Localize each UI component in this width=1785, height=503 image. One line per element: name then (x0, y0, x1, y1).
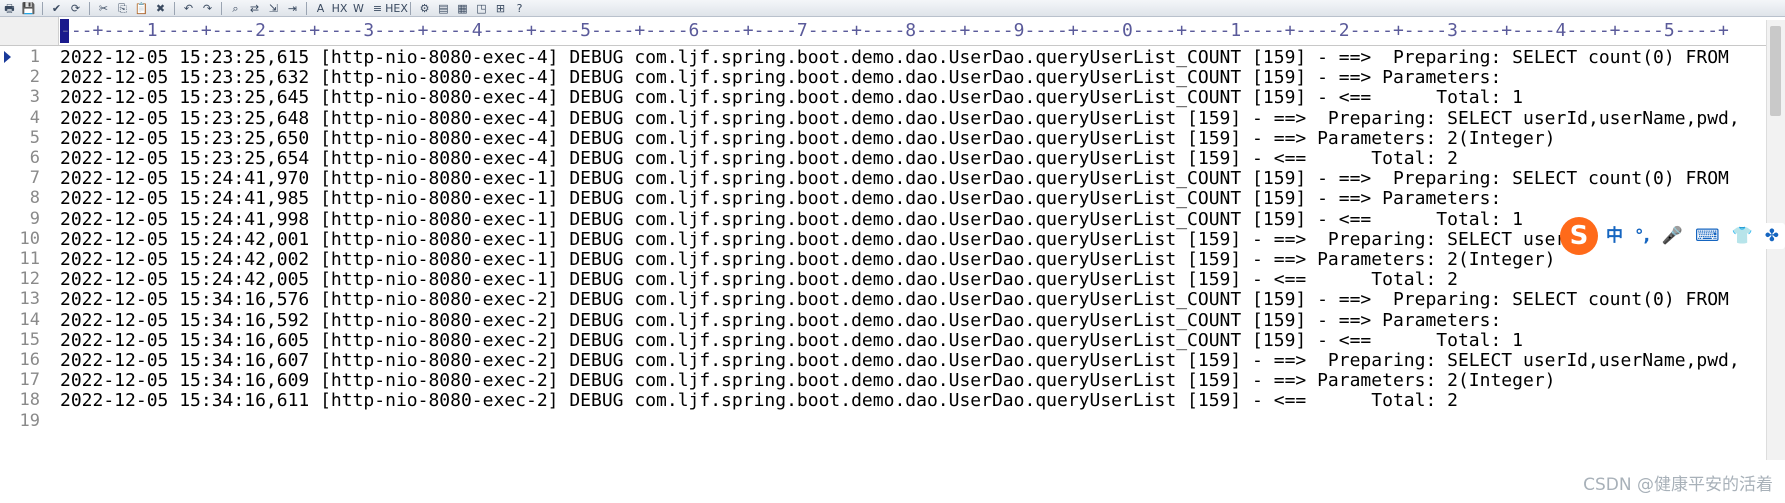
check-icon[interactable]: ✔ (48, 1, 65, 15)
help-icon[interactable]: ? (511, 1, 528, 15)
delete-icon[interactable]: ✖ (152, 1, 169, 15)
goto-icon[interactable]: ⇲ (265, 1, 282, 15)
toolbar-separator (306, 1, 307, 15)
cascade-icon[interactable]: ◳ (473, 1, 490, 15)
toolbar-separator (89, 1, 90, 15)
keyboard-icon[interactable]: ⌨ (1695, 227, 1720, 245)
punctuation-icon[interactable]: °, (1635, 227, 1650, 245)
current-line-marker-icon (4, 51, 11, 63)
toolbar-separator (221, 1, 222, 15)
chinese-mode-icon[interactable]: 中 (1606, 227, 1623, 245)
ime-status-strip: 中 °, 🎤 ⌨ 👕 ✤ (1600, 223, 1785, 249)
paste-icon[interactable]: 📋 (133, 1, 150, 15)
column-icon[interactable]: ≡ (369, 1, 386, 15)
toolbar: 🖶 💾 ✔ ⟳ ✂ ⎘ 📋 ✖ ↶ ↷ ⌕ ⇄ ⇲ ⇥ A HX W ≡ HEX ⚙ ▤ ▦ ◳ ⊞? (0, 0, 1785, 17)
ime-toolbar[interactable]: S 中 °, 🎤 ⌨ 👕 ✤ (1560, 216, 1785, 256)
line-number: 19 (19, 410, 40, 431)
word-wrap-icon[interactable]: W (350, 1, 367, 15)
cut-icon[interactable]: ✂ (95, 1, 112, 15)
toolbar-separator (410, 1, 411, 15)
settings-icon[interactable]: ⚙ (416, 1, 433, 15)
font-icon[interactable]: A (312, 1, 329, 15)
new-window-icon[interactable]: ⊞ (492, 1, 509, 15)
ruler-gutter (0, 17, 59, 45)
undo-icon[interactable]: ↶ (180, 1, 197, 15)
window-icon[interactable]: ▤ (435, 1, 452, 15)
csdn-watermark: CSDN @健康平安的活着 (1583, 475, 1773, 495)
print-icon[interactable]: 🖶 (1, 1, 18, 15)
skin-icon[interactable]: 👕 (1732, 227, 1753, 245)
redo-icon[interactable]: ↷ (199, 1, 216, 15)
hex-edit-icon[interactable]: HEX (385, 1, 408, 15)
toolbar-separator (42, 1, 43, 15)
editor-line[interactable]: 19 (0, 410, 1785, 433)
ruler-scale: ---+----1----+----2----+----3----+----4-… (60, 20, 1729, 41)
replace-icon[interactable]: ⇄ (246, 1, 263, 15)
indent-icon[interactable]: ⇥ (284, 1, 301, 15)
toolbox-icon[interactable]: ✤ (1765, 227, 1779, 245)
copy-icon[interactable]: ⎘ (114, 1, 131, 15)
find-icon[interactable]: ⌕ (227, 1, 244, 15)
sogou-logo-icon[interactable]: S (1560, 217, 1598, 255)
hex-icon[interactable]: HX (331, 1, 348, 15)
microphone-icon[interactable]: 🎤 (1662, 227, 1683, 245)
tile-icon[interactable]: ▦ (454, 1, 471, 15)
save-icon[interactable]: 💾 (20, 1, 37, 15)
scrollbar-thumb[interactable] (1770, 26, 1781, 116)
refresh-icon[interactable]: ⟳ (67, 1, 84, 15)
column-ruler: ---+----1----+----2----+----3----+----4-… (0, 17, 1785, 46)
text-editor[interactable]: 1 2022-12-05 15:23:25,615 [http-nio-8080-… (0, 46, 1785, 503)
toolbar-separator (174, 1, 175, 15)
